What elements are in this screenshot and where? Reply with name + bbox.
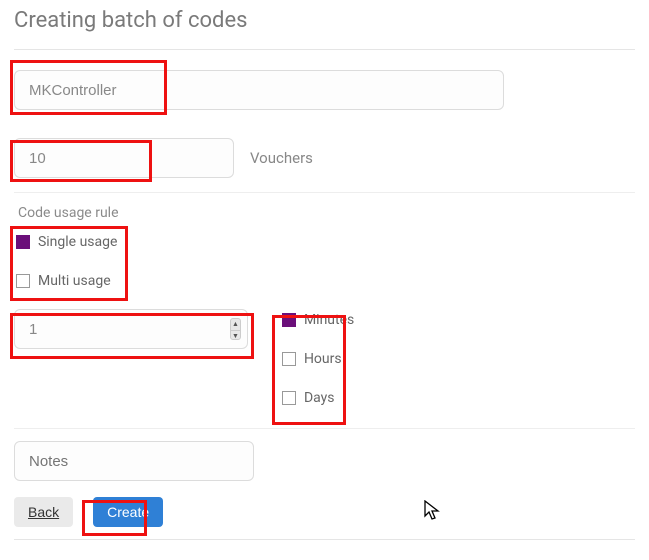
voucher-count-suffix: Vouchers bbox=[250, 149, 313, 167]
multi-usage-label: Multi usage bbox=[38, 273, 111, 289]
hours-checkbox[interactable] bbox=[282, 352, 296, 366]
single-usage-checkbox[interactable] bbox=[16, 235, 30, 249]
page-title: Creating batch of codes bbox=[14, 8, 635, 33]
unit-option-hours: Hours bbox=[282, 348, 354, 367]
batch-name-input[interactable] bbox=[14, 70, 504, 110]
stepper-buttons: ▲ ▼ bbox=[230, 318, 241, 340]
divider bbox=[14, 192, 635, 193]
days-label: Days bbox=[304, 390, 335, 406]
divider bbox=[14, 49, 635, 50]
back-button[interactable]: Back bbox=[14, 497, 73, 527]
voucher-count-input[interactable] bbox=[14, 138, 234, 178]
duration-input[interactable] bbox=[27, 320, 230, 339]
divider bbox=[14, 428, 635, 429]
days-checkbox[interactable] bbox=[282, 391, 296, 405]
usage-option-multi: Multi usage bbox=[16, 270, 635, 289]
minutes-label: Minutes bbox=[304, 312, 354, 328]
unit-option-days: Days bbox=[282, 387, 354, 406]
notes-input[interactable] bbox=[14, 441, 254, 481]
usage-rule-label: Code usage rule bbox=[18, 205, 635, 221]
stepper-up-icon[interactable]: ▲ bbox=[231, 319, 240, 331]
duration-stepper[interactable]: ▲ ▼ bbox=[14, 309, 248, 349]
multi-usage-checkbox[interactable] bbox=[16, 274, 30, 288]
create-button[interactable]: Create bbox=[93, 497, 163, 527]
single-usage-label: Single usage bbox=[38, 234, 117, 250]
usage-option-single: Single usage bbox=[16, 231, 635, 250]
minutes-checkbox[interactable] bbox=[282, 313, 296, 327]
stepper-down-icon[interactable]: ▼ bbox=[231, 331, 240, 340]
hours-label: Hours bbox=[304, 351, 342, 367]
divider bbox=[14, 539, 635, 540]
unit-option-minutes: Minutes bbox=[282, 309, 354, 328]
